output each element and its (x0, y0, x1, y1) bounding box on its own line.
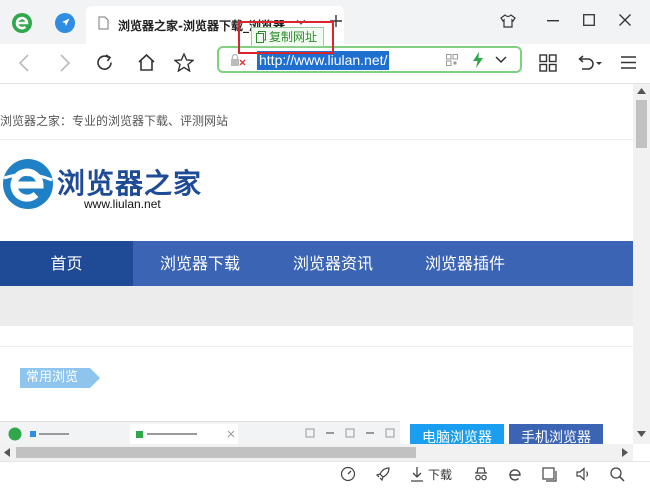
divider (0, 346, 633, 347)
thumb-window-controls (300, 427, 395, 439)
scroll-down-icon[interactable] (637, 431, 646, 437)
site-tagline: 浏览器之家：专业的浏览器下载、评测网站 (0, 114, 633, 140)
site-logo-icon[interactable] (2, 158, 54, 210)
speed-boost-icon[interactable] (340, 466, 356, 482)
address-dropdown-icon[interactable] (495, 56, 507, 64)
highlight-box (238, 21, 334, 54)
extensions-grid-icon[interactable] (539, 54, 557, 72)
pc-browser-button[interactable]: 电脑浏览器 (410, 424, 504, 444)
home-icon[interactable] (137, 53, 156, 72)
window-icon[interactable] (541, 466, 557, 482)
maximize-icon[interactable] (583, 14, 595, 26)
horizontal-scroll-thumb[interactable] (16, 447, 416, 458)
back-icon[interactable] (18, 54, 30, 72)
minimize-icon[interactable] (547, 20, 559, 22)
site-domain: www.liulan.net (84, 197, 161, 211)
refresh-icon[interactable] (95, 53, 114, 72)
thumb-tab-2 (130, 424, 238, 444)
download-icon[interactable] (410, 466, 424, 482)
scroll-right-icon[interactable] (622, 448, 628, 457)
navigation-arrow-icon[interactable] (54, 12, 76, 34)
download-label[interactable]: 下载 (428, 466, 452, 483)
close-icon[interactable] (619, 14, 631, 26)
ie-mode-icon[interactable] (507, 466, 523, 482)
scroll-up-icon[interactable] (637, 88, 646, 94)
volume-icon[interactable] (575, 466, 591, 482)
thumb-tab-1 (30, 428, 90, 438)
nav-browser-plugins[interactable]: 浏览器插件 (410, 241, 520, 286)
nav-browser-download[interactable]: 浏览器下载 (145, 241, 255, 286)
undo-close-tab-icon[interactable] (575, 54, 603, 72)
incognito-icon[interactable] (473, 466, 489, 482)
scroll-left-icon[interactable] (4, 448, 10, 457)
banner-band (0, 286, 633, 326)
nav-home[interactable]: 首页 (0, 241, 133, 286)
qr-code-icon[interactable] (446, 54, 458, 66)
browser-logo-icon[interactable] (11, 12, 33, 34)
forward-icon[interactable] (59, 54, 71, 72)
thumb-logo-icon (8, 427, 22, 441)
vertical-scroll-thumb[interactable] (636, 100, 647, 148)
skin-icon[interactable] (500, 13, 516, 29)
mobile-browser-button[interactable]: 手机浏览器 (509, 424, 603, 444)
menu-icon[interactable] (621, 56, 636, 69)
page-icon (98, 16, 109, 30)
favorite-star-icon[interactable] (174, 53, 194, 72)
rocket-icon[interactable] (375, 466, 391, 482)
section-tag: 常用浏览 (20, 368, 101, 388)
nav-browser-news[interactable]: 浏览器资讯 (278, 241, 388, 286)
zoom-search-icon[interactable] (609, 466, 625, 482)
insecure-lock-icon[interactable] (230, 54, 248, 67)
site-logo-text[interactable]: 浏览器之家 (57, 162, 202, 202)
speed-mode-icon[interactable] (472, 52, 484, 68)
